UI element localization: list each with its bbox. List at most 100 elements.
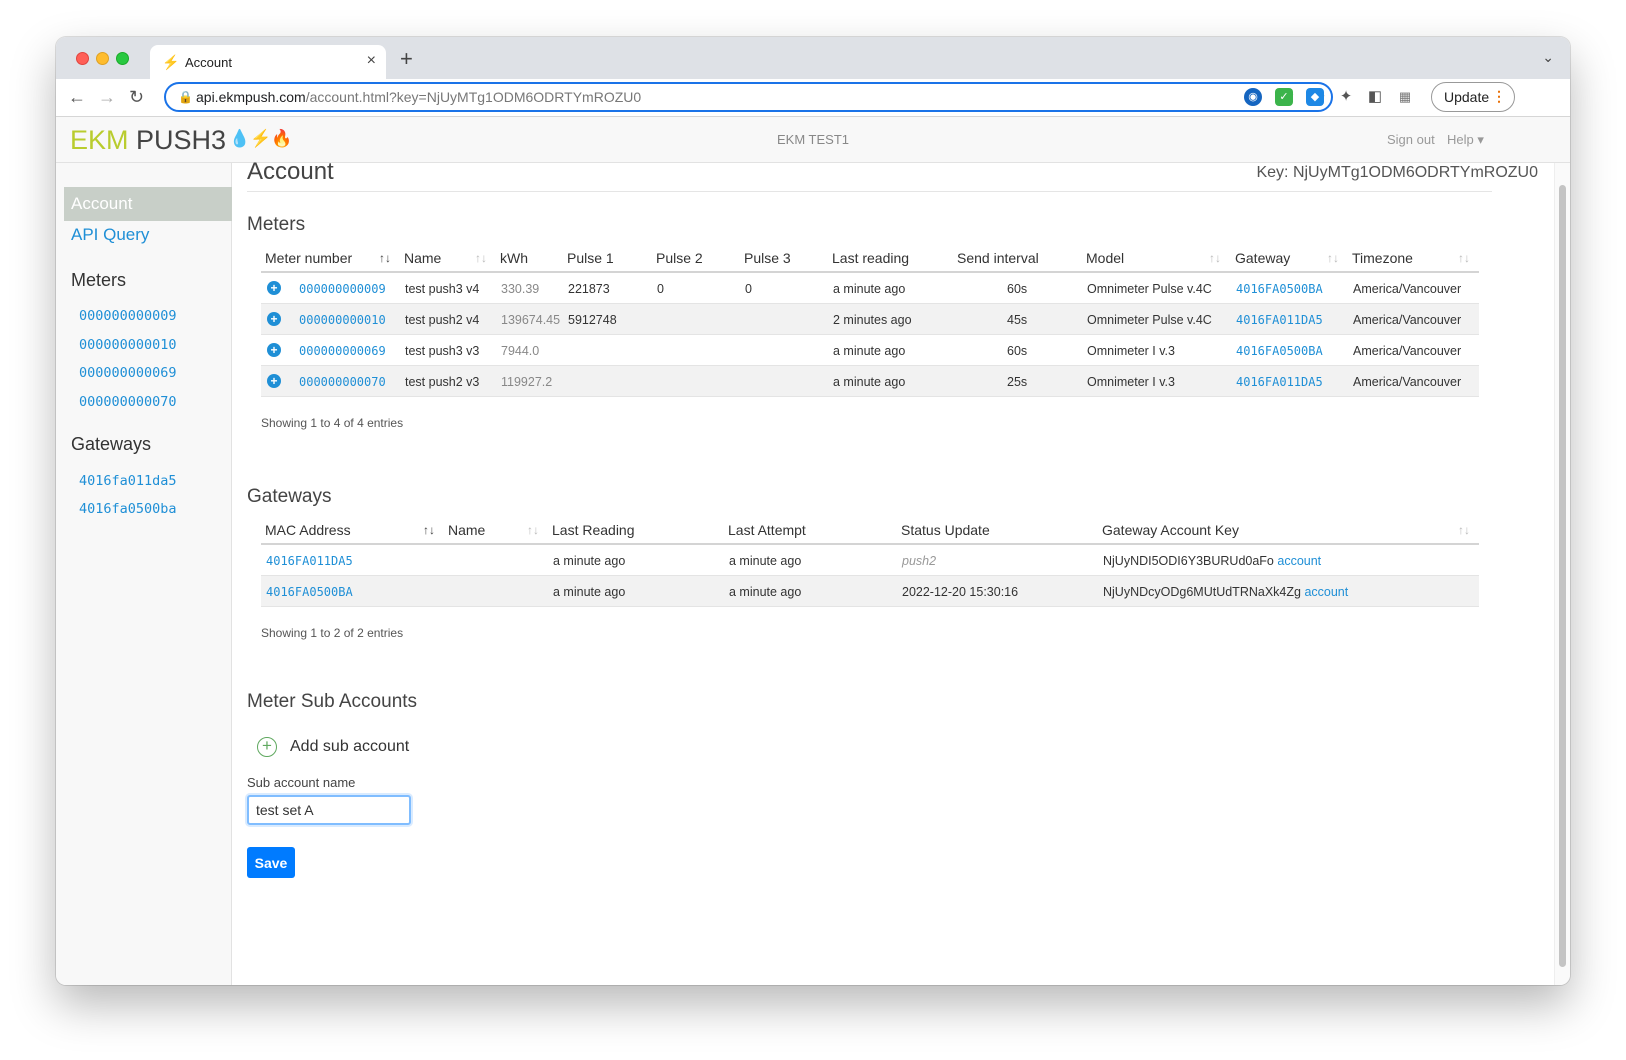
minimize-window-button[interactable] [96, 52, 109, 65]
reload-icon[interactable]: ↻ [129, 87, 144, 108]
meter-gateway-link[interactable]: 4016FA011DA5 [1236, 313, 1323, 327]
meter-timezone: America/Vancouver [1353, 282, 1462, 296]
new-tab-icon[interactable]: + [400, 46, 413, 72]
th-meter-number[interactable]: Meter number [265, 250, 352, 266]
meter-gateway-link[interactable]: 4016FA011DA5 [1236, 375, 1323, 389]
meter-interval: 60s [1007, 344, 1028, 358]
account-name: EKM TEST1 [776, 132, 849, 147]
expand-row-icon[interactable]: + [267, 312, 281, 326]
sign-out-link[interactable]: Sign out [1387, 132, 1435, 147]
th-timezone[interactable]: Timezone [1352, 250, 1413, 266]
app-header: EKM PUSH3 💧⚡🔥 EKM TEST1 Sign out Help ▾ [56, 117, 1570, 163]
sort-icon[interactable]: ↑↓ [1327, 251, 1339, 265]
expand-row-icon[interactable]: + [267, 343, 281, 357]
tab-search-chevron-icon[interactable]: ⌄ [1542, 49, 1554, 66]
table-row: 4016FA011DA5 a minute ago a minute ago p… [261, 545, 1479, 576]
th-pulse3[interactable]: Pulse 3 [744, 250, 791, 266]
sort-icon[interactable]: ↑↓ [1209, 251, 1221, 265]
sidebar-meter-link[interactable]: 000000000009 [79, 308, 177, 324]
th-gateway-name[interactable]: Name [448, 522, 485, 538]
close-tab-icon[interactable]: × [367, 52, 376, 70]
gateway-account-key: NjUyNDI5ODI6Y3BURUd0aFo account [1103, 554, 1321, 568]
profile-avatar-icon[interactable]: ▦ [1396, 88, 1414, 106]
meter-name: test push3 v3 [405, 344, 480, 358]
sidebar-item-account[interactable]: Account [64, 187, 232, 221]
sidebar-item-api-query[interactable]: API Query [71, 225, 149, 245]
th-status-update[interactable]: Status Update [901, 522, 990, 538]
th-last-attempt[interactable]: Last Attempt [728, 522, 806, 538]
gateway-last-reading: a minute ago [553, 585, 626, 599]
meter-last-reading: a minute ago [833, 282, 906, 296]
scrollbar-thumb[interactable] [1559, 185, 1566, 967]
gateway-account-link[interactable]: account [1277, 554, 1321, 568]
meter-link[interactable]: 000000000069 [299, 344, 386, 358]
back-arrow-icon[interactable]: ← [68, 87, 86, 108]
sub-account-name-input[interactable] [247, 795, 411, 825]
update-button[interactable]: Update ⋮ [1431, 82, 1515, 112]
browser-window: ⚡ Account × + ⌄ ← → ↻ 🔒 api.ekmpush.com/… [56, 37, 1570, 985]
password-manager-icon[interactable]: ◉ [1244, 88, 1262, 106]
help-dropdown[interactable]: Help ▾ [1447, 132, 1484, 148]
sort-icon[interactable]: ↑↓ [379, 251, 391, 265]
sidebar-meter-link[interactable]: 000000000010 [79, 337, 177, 353]
meter-link[interactable]: 000000000070 [299, 375, 386, 389]
shield-icon[interactable]: ✓ [1275, 88, 1293, 106]
gateways-showing-count: Showing 1 to 2 of 2 entries [261, 626, 404, 640]
sidebar-meter-link[interactable]: 000000000070 [79, 394, 177, 410]
page-scrollbar[interactable] [1554, 163, 1570, 985]
side-panel-icon[interactable]: ◧ [1366, 88, 1384, 106]
extensions-puzzle-icon[interactable]: ✦ [1337, 88, 1355, 106]
th-last-reading[interactable]: Last Reading [552, 522, 635, 538]
meters-table: Meter number ↑↓ Name ↑↓ kWh Pulse 1 Puls… [261, 250, 1479, 400]
menu-dots-icon[interactable]: ⋮ [1492, 88, 1506, 105]
gateway-last-attempt: a minute ago [729, 585, 802, 599]
meter-kwh: 7944.0 [501, 344, 540, 358]
th-last-reading[interactable]: Last reading [832, 250, 909, 266]
close-window-button[interactable] [76, 52, 89, 65]
zoom-window-button[interactable] [116, 52, 129, 65]
sidebar-meter-link[interactable]: 000000000069 [79, 365, 177, 381]
sidebar-gateway-link[interactable]: 4016fa0500ba [79, 501, 177, 517]
sort-icon[interactable]: ↑↓ [527, 523, 539, 537]
sort-icon[interactable]: ↑↓ [1458, 523, 1470, 537]
gateway-key-text: NjUyNDI5ODI6Y3BURUd0aFo [1103, 554, 1274, 568]
th-name[interactable]: Name [404, 250, 441, 266]
meter-pulse1: 221873 [568, 282, 610, 296]
gateway-mac-link[interactable]: 4016FA0500BA [266, 585, 353, 599]
expand-row-icon[interactable]: + [267, 281, 281, 295]
th-kwh[interactable]: kWh [500, 250, 528, 266]
gateway-last-attempt: a minute ago [729, 554, 802, 568]
sort-icon[interactable]: ↑↓ [1458, 251, 1470, 265]
meter-link[interactable]: 000000000010 [299, 313, 386, 327]
save-button[interactable]: Save [247, 847, 295, 878]
add-sub-account-label: Add sub account [290, 738, 410, 755]
th-pulse1[interactable]: Pulse 1 [567, 250, 614, 266]
expand-row-icon[interactable]: + [267, 374, 281, 388]
meter-model: Omnimeter Pulse v.4C [1087, 282, 1212, 296]
meter-last-reading: 2 minutes ago [833, 313, 912, 327]
meter-gateway-link[interactable]: 4016FA0500BA [1236, 282, 1323, 296]
sort-icon[interactable]: ↑↓ [423, 523, 435, 537]
th-model[interactable]: Model [1086, 250, 1124, 266]
th-gateway-account-key[interactable]: Gateway Account Key [1102, 522, 1239, 538]
th-mac-address[interactable]: MAC Address [265, 522, 351, 538]
url-host: api.ekmpush.com [196, 89, 306, 105]
forward-arrow-icon[interactable]: → [98, 87, 116, 108]
sidebar-gateway-link[interactable]: 4016fa011da5 [79, 473, 177, 489]
gateway-mac-link[interactable]: 4016FA011DA5 [266, 554, 353, 568]
url-path: /account.html?key=NjUyMTg1ODM6ODRTYmROZU… [305, 89, 642, 105]
th-gateway[interactable]: Gateway [1235, 250, 1290, 266]
meter-link[interactable]: 000000000009 [299, 282, 386, 296]
gateway-account-link[interactable]: account [1304, 585, 1348, 599]
meter-kwh: 330.39 [501, 282, 540, 296]
th-send-interval[interactable]: Send interval [957, 250, 1039, 266]
sort-icon[interactable]: ↑↓ [475, 251, 487, 265]
add-circle-icon[interactable]: + [257, 737, 277, 757]
extension-tag-icon[interactable]: ◆ [1306, 88, 1324, 106]
address-bar[interactable]: 🔒 api.ekmpush.com/account.html?key=NjUyM… [164, 82, 1333, 112]
th-pulse2[interactable]: Pulse 2 [656, 250, 703, 266]
meter-gateway-link[interactable]: 4016FA0500BA [1236, 344, 1323, 358]
lock-icon[interactable]: 🔒 [178, 90, 193, 104]
gateway-key-text: NjUyNDcyODg6MUtUdTRNaXk4Zg [1103, 585, 1301, 599]
tab-account[interactable]: ⚡ Account × [150, 45, 386, 79]
